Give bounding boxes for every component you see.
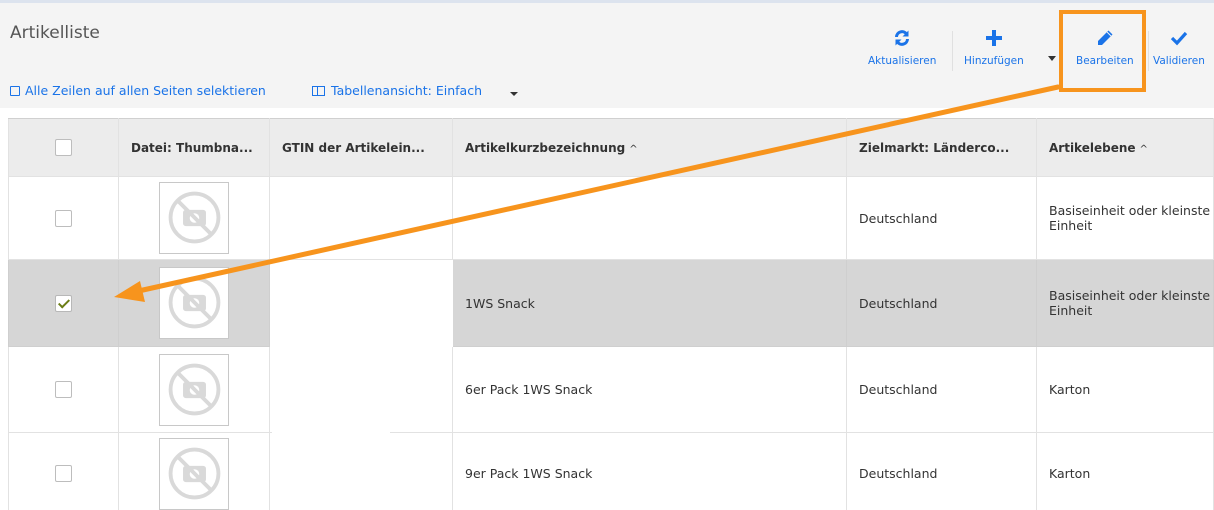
column-header-gtin[interactable]: GTIN der Artikelein...	[269, 118, 453, 177]
pencil-icon	[1076, 27, 1134, 49]
article-level-cell: Karton	[1036, 432, 1214, 510]
no-image-icon	[159, 267, 229, 339]
column-label: Datei: Thumbna...	[131, 140, 253, 155]
article-level-cell: Basiseinheit oder kleinste Einheit	[1036, 176, 1214, 260]
add-dropdown-caret-icon[interactable]	[1048, 56, 1056, 61]
select-all-rows-link[interactable]: Alle Zeilen auf allen Seiten selektieren	[10, 83, 266, 98]
select-all-checkbox[interactable]	[55, 139, 72, 156]
column-header-short-name[interactable]: Artikelkurzbezeichnung ^	[452, 118, 847, 177]
thumbnail-cell	[118, 432, 270, 510]
column-label: Zielmarkt: Länderco...	[859, 140, 1010, 155]
refresh-button[interactable]: Aktualisieren	[868, 27, 936, 67]
column-header-target-market[interactable]: Zielmarkt: Länderco...	[846, 118, 1037, 177]
add-label: Hinzufügen	[964, 55, 1024, 67]
table-row[interactable]: 9er Pack 1WS Snack Deutschland Karton	[8, 432, 1214, 510]
target-market-cell: Deutschland	[846, 346, 1037, 433]
validate-label: Validieren	[1153, 55, 1205, 67]
list-header: Artikelliste Alle Zeilen auf allen Seite…	[0, 0, 1214, 108]
article-level-cell: Basiseinheit oder kleinste Einheit	[1036, 259, 1214, 347]
select-all-label: Alle Zeilen auf allen Seiten selektieren	[25, 83, 266, 98]
column-header-article-level[interactable]: Artikelebene ^	[1036, 118, 1214, 177]
row-checkbox[interactable]	[55, 209, 72, 227]
thumbnail-cell	[118, 176, 270, 260]
column-label: Artikelebene	[1049, 140, 1136, 155]
no-image-icon	[159, 437, 229, 510]
checkmark-icon	[1153, 27, 1205, 49]
row-checkbox[interactable]	[55, 381, 72, 398]
row-checkbox[interactable]	[55, 465, 72, 482]
sort-ascending-icon[interactable]: ^	[1140, 144, 1148, 155]
short-name-cell: 6er Pack 1WS Snack	[452, 346, 847, 433]
article-table: Datei: Thumbna... GTIN der Artikelein...…	[8, 118, 1214, 510]
page-title: Artikelliste	[10, 23, 100, 43]
short-name-cell	[452, 176, 847, 260]
table-view-caret-icon[interactable]	[510, 92, 518, 96]
edit-label: Bearbeiten	[1076, 55, 1134, 67]
article-level-cell: Karton	[1036, 346, 1214, 433]
add-button[interactable]: Hinzufügen	[964, 27, 1024, 67]
checkbox-outline-icon	[10, 85, 20, 96]
column-label: Artikelkurzbezeichnung	[465, 140, 626, 155]
short-name-cell: 9er Pack 1WS Snack	[452, 432, 847, 510]
table-header-row: Datei: Thumbna... GTIN der Artikelein...…	[8, 118, 1214, 177]
column-header-thumbnail[interactable]: Datei: Thumbna...	[118, 118, 270, 177]
toolbar-divider	[952, 31, 953, 71]
row-select-cell	[8, 432, 119, 510]
validate-button[interactable]: Validieren	[1153, 27, 1205, 67]
header-select-cell	[8, 118, 119, 177]
toolbar-divider	[1148, 31, 1149, 71]
refresh-label: Aktualisieren	[868, 55, 937, 67]
edit-button[interactable]: Bearbeiten	[1076, 27, 1134, 67]
table-row[interactable]: Deutschland Basiseinheit oder kleinste E…	[8, 176, 1214, 260]
short-name-cell: 1WS Snack	[452, 259, 847, 347]
no-image-icon	[159, 353, 229, 426]
target-market-cell: Deutschland	[846, 432, 1037, 510]
table-columns-icon	[312, 85, 325, 96]
table-row-selected[interactable]: 1WS Snack Deutschland Basiseinheit oder …	[8, 259, 1214, 347]
refresh-icon	[868, 27, 936, 49]
plus-icon	[964, 27, 1024, 49]
gtin-cell	[269, 176, 453, 260]
target-market-cell: Deutschland	[846, 259, 1037, 347]
no-image-icon	[159, 182, 229, 254]
table-view-label: Tabellenansicht: Einfach	[331, 83, 483, 98]
table-row[interactable]: 6er Pack 1WS Snack Deutschland Karton	[8, 346, 1214, 433]
row-select-cell	[8, 259, 119, 347]
thumbnail-cell	[118, 259, 270, 347]
redacted-gtin-area	[272, 260, 390, 496]
row-checkbox-checked[interactable]	[55, 294, 72, 312]
column-label: GTIN der Artikelein...	[282, 140, 425, 155]
table-view-selector[interactable]: Tabellenansicht: Einfach	[312, 83, 482, 98]
row-select-cell	[8, 176, 119, 260]
thumbnail-cell	[118, 346, 270, 433]
row-select-cell	[8, 346, 119, 433]
target-market-cell: Deutschland	[846, 176, 1037, 260]
sort-ascending-icon[interactable]: ^	[629, 144, 637, 155]
